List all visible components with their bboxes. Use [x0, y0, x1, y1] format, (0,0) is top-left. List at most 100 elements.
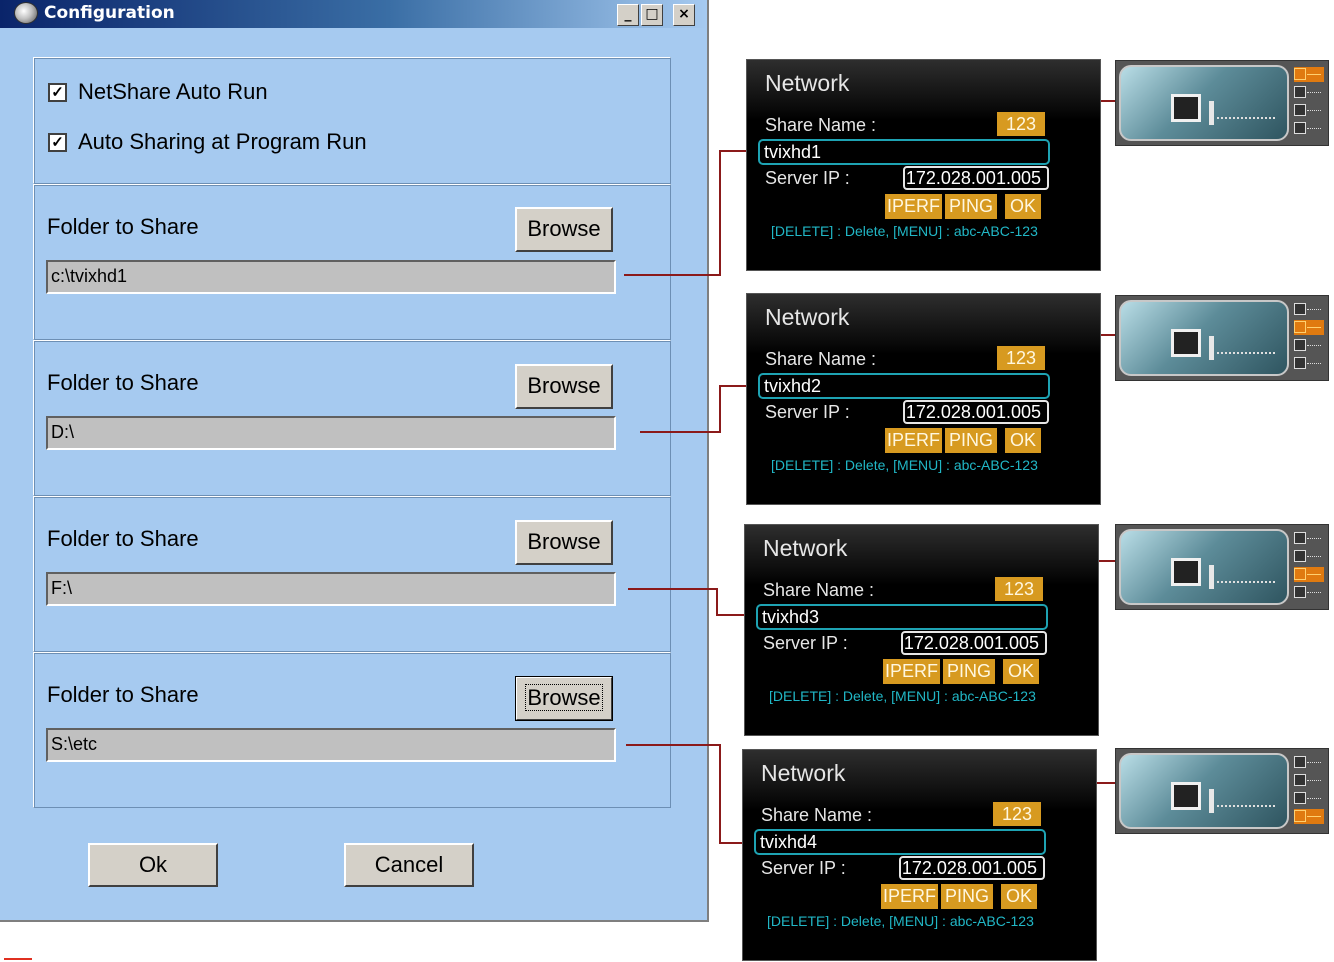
- thumbnail-screen: [1119, 300, 1289, 376]
- ping-button[interactable]: PING: [945, 428, 997, 453]
- title-bar[interactable]: Configuration _ □ ×: [0, 0, 707, 28]
- share-name-field[interactable]: tvixhd3: [756, 604, 1048, 630]
- server-ip-label: Server IP :: [765, 168, 850, 188]
- ping-button[interactable]: PING: [945, 194, 997, 219]
- monitor-icon: [1171, 94, 1201, 122]
- configuration-dialog: Configuration _ □ × ✓ NetShare Auto Run …: [0, 0, 709, 922]
- share-slot-icon: [1294, 121, 1324, 136]
- folder-label-4: Folder to Share: [47, 682, 199, 707]
- share-name-label: Share Name :: [765, 115, 877, 135]
- folder-path-field-3[interactable]: F:\: [46, 572, 616, 606]
- iperf-button[interactable]: IPERF: [881, 884, 938, 909]
- ok-button[interactable]: Ok: [88, 843, 218, 887]
- server-ip-field[interactable]: 172.028.001.005: [903, 400, 1049, 424]
- folder-label-3: Folder to Share: [47, 526, 199, 551]
- ok-button[interactable]: OK: [1005, 428, 1041, 453]
- share-slot-icon: [1294, 549, 1324, 564]
- pc-tower-icon: [1209, 336, 1214, 360]
- share-slot-icon: [1294, 320, 1324, 335]
- share-name-field[interactable]: tvixhd1: [758, 139, 1050, 165]
- link-dots: [1217, 805, 1275, 807]
- maximize-button[interactable]: □: [641, 4, 663, 26]
- pc-tower-icon: [1209, 565, 1214, 589]
- thumbnail-screen: [1119, 65, 1289, 141]
- options-panel: [33, 57, 671, 184]
- minimize-button[interactable]: _: [617, 4, 639, 26]
- autoshare-label: Auto Sharing at Program Run: [78, 129, 367, 154]
- link-dots: [1217, 581, 1275, 583]
- iperf-button[interactable]: IPERF: [885, 428, 942, 453]
- autoshare-checkbox[interactable]: ✓: [48, 133, 67, 152]
- ok-button[interactable]: OK: [1003, 659, 1039, 684]
- input-mode-badge: 123: [997, 346, 1045, 370]
- share-slot-icon: [1294, 338, 1324, 353]
- folder-path-field-1[interactable]: c:\tvixhd1: [46, 260, 616, 294]
- browse-button-3[interactable]: Browse: [515, 520, 613, 565]
- share-slot-icon: [1294, 67, 1324, 82]
- folder-path-field-4[interactable]: S:\etc: [46, 728, 616, 762]
- share-slot-icon: [1294, 356, 1324, 371]
- app-globe-icon: [14, 2, 38, 24]
- share-slot-icon: [1294, 567, 1324, 582]
- key-hint: [DELETE] : Delete, [MENU] : abc-ABC-123: [771, 223, 1038, 239]
- autorun-checkbox[interactable]: ✓: [48, 83, 67, 102]
- network-thumbnail-1: [1115, 60, 1329, 146]
- monitor-icon: [1171, 329, 1201, 357]
- link-dots: [1217, 117, 1275, 119]
- network-title: Network: [765, 304, 850, 330]
- share-slot-icon: [1294, 773, 1324, 788]
- thumbnail-screen: [1119, 529, 1289, 605]
- cancel-button[interactable]: Cancel: [344, 843, 474, 887]
- network-panel-4: Network Share Name : 123 tvixhd4 Server …: [742, 749, 1097, 961]
- browse-button-2[interactable]: Browse: [515, 364, 613, 409]
- folder-path-field-2[interactable]: D:\: [46, 416, 616, 450]
- input-mode-badge: 123: [995, 577, 1043, 601]
- autorun-label: NetShare Auto Run: [78, 79, 268, 104]
- network-title: Network: [763, 535, 848, 561]
- network-thumbnail-4: [1115, 748, 1329, 834]
- ok-button[interactable]: OK: [1001, 884, 1037, 909]
- server-ip-label: Server IP :: [761, 858, 846, 878]
- browse-button-4-label: Browse: [525, 684, 603, 711]
- network-title: Network: [765, 70, 850, 96]
- share-slot-icon: [1294, 302, 1324, 317]
- close-button[interactable]: ×: [673, 4, 695, 26]
- key-hint: [DELETE] : Delete, [MENU] : abc-ABC-123: [767, 913, 1034, 929]
- red-marker: [4, 958, 32, 960]
- server-ip-field[interactable]: 172.028.001.005: [903, 166, 1049, 190]
- share-name-label: Share Name :: [763, 580, 875, 600]
- iperf-button[interactable]: IPERF: [883, 659, 940, 684]
- folder-label-1: Folder to Share: [47, 214, 199, 239]
- share-slot-icon: [1294, 755, 1324, 770]
- thumbnail-screen: [1119, 753, 1289, 829]
- server-ip-label: Server IP :: [763, 633, 848, 653]
- key-hint: [DELETE] : Delete, [MENU] : abc-ABC-123: [769, 688, 1036, 704]
- share-slot-icon: [1294, 791, 1324, 806]
- pc-tower-icon: [1209, 101, 1214, 125]
- share-slot-icon: [1294, 531, 1324, 546]
- browse-button-4[interactable]: Browse: [515, 676, 613, 721]
- network-panel-1: Network Share Name : 123 tvixhd1 Server …: [746, 59, 1101, 271]
- server-ip-field[interactable]: 172.028.001.005: [899, 856, 1045, 880]
- share-name-field[interactable]: tvixhd2: [758, 373, 1050, 399]
- server-ip-label: Server IP :: [765, 402, 850, 422]
- ok-button[interactable]: OK: [1005, 194, 1041, 219]
- share-name-field[interactable]: tvixhd4: [754, 829, 1046, 855]
- input-mode-badge: 123: [993, 802, 1041, 826]
- network-title: Network: [761, 760, 846, 786]
- share-slot-icon: [1294, 585, 1324, 600]
- share-slot-icon: [1294, 85, 1324, 100]
- server-ip-field[interactable]: 172.028.001.005: [901, 631, 1047, 655]
- pc-tower-icon: [1209, 789, 1214, 813]
- monitor-icon: [1171, 558, 1201, 586]
- key-hint: [DELETE] : Delete, [MENU] : abc-ABC-123: [771, 457, 1038, 473]
- browse-button-1[interactable]: Browse: [515, 207, 613, 252]
- link-dots: [1217, 352, 1275, 354]
- ping-button[interactable]: PING: [941, 884, 993, 909]
- network-panel-3: Network Share Name : 123 tvixhd3 Server …: [744, 524, 1099, 736]
- iperf-button[interactable]: IPERF: [885, 194, 942, 219]
- ping-button[interactable]: PING: [943, 659, 995, 684]
- network-thumbnail-2: [1115, 295, 1329, 381]
- monitor-icon: [1171, 782, 1201, 810]
- share-name-label: Share Name :: [761, 805, 873, 825]
